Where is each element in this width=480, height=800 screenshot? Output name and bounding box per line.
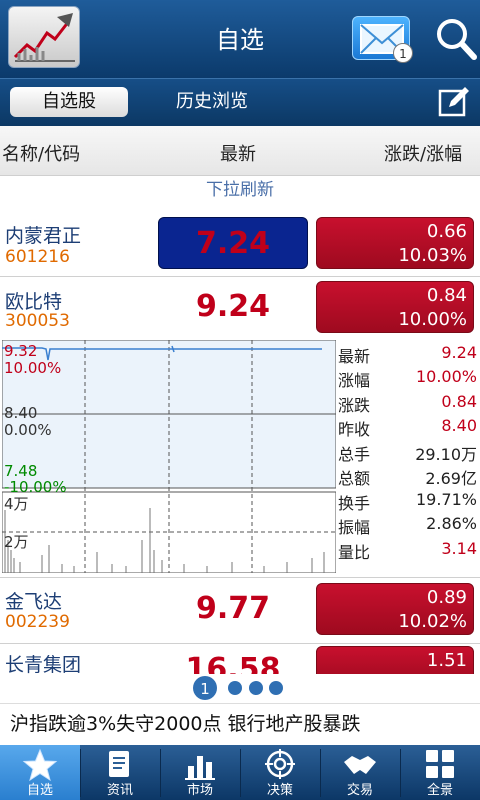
pct-mid-label: 0.00% [4, 421, 52, 439]
stat-label: 昨收 [338, 420, 371, 439]
page-dot [228, 681, 242, 695]
bottom-nav: 自选 资讯 市场 决策 交易 全景 [0, 745, 480, 800]
nav-label: 交易 [346, 783, 373, 798]
stock-row[interactable]: 长青集团 16.58 1.51 [0, 644, 480, 674]
search-button[interactable] [434, 16, 478, 62]
tab-history[interactable]: 历史浏览 [150, 87, 274, 117]
price-high-label: 9.32 [4, 342, 37, 360]
tab-watchlist[interactable]: 自选股 [10, 87, 128, 117]
volume-mid-label: 2万 [4, 533, 29, 551]
stat-label: 总手 [338, 445, 371, 464]
column-latest[interactable]: 最新 [220, 140, 256, 166]
stat-value: 3.14 [441, 539, 477, 558]
stat-label: 总额 [338, 469, 371, 488]
handshake-icon [344, 756, 376, 774]
column-change[interactable]: 涨跌/涨幅 [384, 140, 462, 166]
page-indicator: 1 [0, 673, 480, 703]
page-dot [269, 681, 283, 695]
stock-change: 0.84 [426, 285, 467, 306]
stock-change-box: 1.51 [316, 646, 474, 674]
intraday-panel[interactable]: 9.32 10.00% 8.40 0.00% 7.48 -10.00% 4万 2… [0, 337, 480, 577]
page-dot-number: 1 [200, 680, 210, 698]
stock-code: 601216 [5, 247, 70, 267]
star-icon [22, 748, 58, 782]
stock-name: 欧比特 [5, 291, 63, 313]
stat-label: 最新 [338, 347, 371, 366]
stock-change: 1.51 [426, 650, 467, 671]
stat-value: 0.84 [441, 392, 477, 411]
stat-value: 29.10万 [415, 445, 477, 464]
grid-icon [426, 750, 454, 778]
stock-price: 9.77 [195, 591, 271, 626]
nav-market[interactable]: 市场 [160, 745, 240, 800]
stock-change-pct: 10.00% [398, 309, 467, 330]
search-icon [437, 19, 477, 60]
stat-value: 19.71% [415, 490, 477, 509]
stock-price: 9.24 [195, 289, 271, 324]
stock-price: 16.58 [185, 652, 281, 674]
stock-change: 0.89 [426, 587, 467, 608]
nav-label: 资讯 [106, 783, 133, 798]
stock-code: 300053 [5, 311, 70, 331]
page-dot [249, 681, 263, 695]
nav-label: 全景 [426, 783, 453, 798]
tab-bar: 自选股 历史浏览 [0, 78, 480, 126]
stat-label: 量比 [338, 543, 371, 562]
target-icon [265, 749, 295, 779]
edit-button[interactable] [437, 85, 471, 119]
stock-price: 7.24 [158, 217, 308, 269]
stock-code: 002239 [5, 612, 70, 632]
stat-label: 涨跌 [338, 396, 371, 415]
price-mid-label: 8.40 [4, 404, 37, 422]
stock-change-box: 0.84 10.00% [316, 281, 474, 333]
nav-decision[interactable]: 决策 [240, 745, 320, 800]
edit-icon [438, 87, 469, 117]
stat-value: 8.40 [441, 416, 477, 435]
stat-label: 换手 [338, 494, 371, 513]
bar-chart-icon [185, 756, 215, 780]
stock-change-box: 0.66 10.03% [316, 217, 474, 269]
nav-label: 自选 [26, 783, 53, 798]
stock-row[interactable]: 内蒙君正 601216 7.24 0.66 10.03% [0, 207, 480, 277]
stat-label: 涨幅 [338, 371, 371, 390]
stock-row[interactable]: 欧比特 300053 9.24 0.84 10.00% [0, 277, 480, 337]
stat-value: 2.86% [426, 514, 477, 533]
nav-news[interactable]: 资讯 [80, 745, 160, 800]
column-header: 名称/代码 最新 涨跌/涨幅 [0, 126, 480, 176]
stat-label: 振幅 [338, 518, 371, 537]
pull-to-refresh-hint: 下拉刷新 [206, 180, 274, 200]
stock-row[interactable]: 金飞达 002239 9.77 0.89 10.02% [0, 577, 480, 644]
nav-watchlist[interactable]: 自选 [0, 745, 80, 800]
intraday-chart[interactable]: 9.32 10.00% 8.40 0.00% 7.48 -10.00% 4万 2… [2, 340, 336, 573]
pct-low-label: -10.00% [4, 478, 67, 496]
stock-change: 0.66 [426, 221, 467, 242]
nav-overview[interactable]: 全景 [400, 745, 480, 800]
pct-high-label: 10.00% [4, 359, 61, 377]
volume-high-label: 4万 [4, 495, 29, 513]
stock-name: 内蒙君正 [5, 225, 82, 247]
mail-count-badge: 1 [393, 43, 413, 63]
stat-value: 9.24 [441, 343, 477, 362]
stock-change-pct: 10.02% [398, 611, 467, 632]
column-name[interactable]: 名称/代码 [2, 140, 80, 166]
stock-change-pct: 10.03% [398, 245, 467, 266]
stock-name: 长青集团 [5, 654, 82, 674]
nav-trade[interactable]: 交易 [320, 745, 400, 800]
top-bar: 自选 1 [0, 0, 480, 78]
stat-value: 10.00% [415, 367, 477, 386]
news-ticker[interactable]: 沪指跌逾3%失守2000点 银行地产股暴跌 [0, 703, 480, 745]
document-icon [109, 751, 129, 777]
nav-label: 决策 [266, 783, 293, 798]
stock-change-box: 0.89 10.02% [316, 583, 474, 635]
stock-name: 金飞达 [5, 591, 63, 613]
stat-value: 2.69亿 [425, 469, 477, 488]
nav-label: 市场 [186, 783, 213, 798]
